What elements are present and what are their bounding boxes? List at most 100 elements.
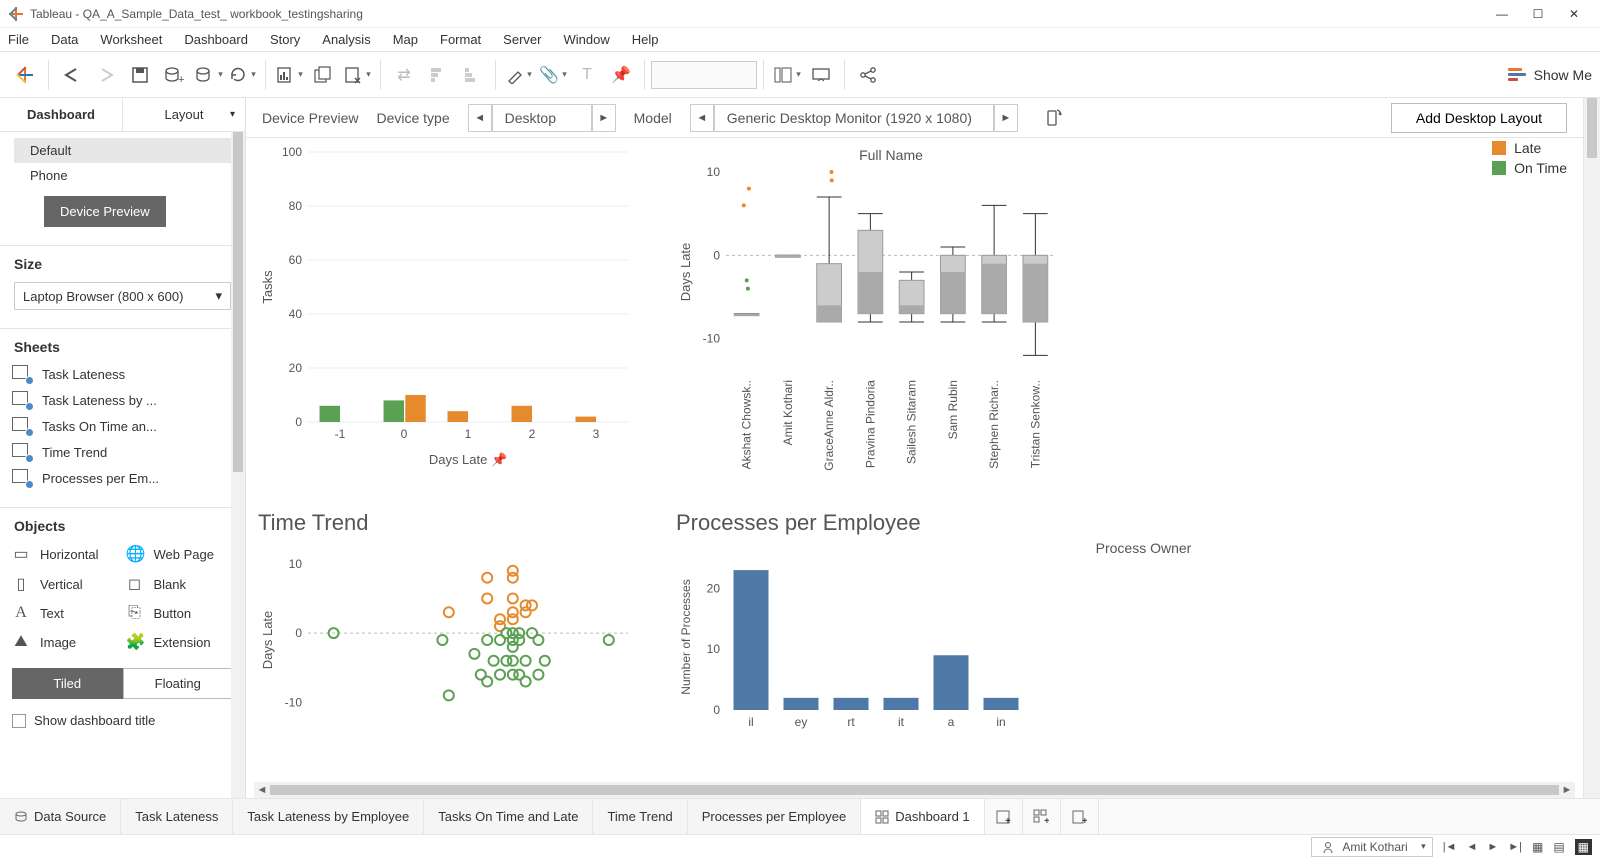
sheet-item[interactable]: Task Lateness by ... — [12, 387, 233, 413]
pin-button[interactable]: 📌 — [604, 58, 638, 92]
show-me-button[interactable]: Show Me — [1508, 67, 1592, 83]
model-select[interactable]: Generic Desktop Monitor (1920 x 1080) — [714, 104, 994, 132]
menu-window[interactable]: Window — [563, 32, 609, 47]
show-title-checkbox-row[interactable]: Show dashboard title — [0, 699, 245, 728]
window-maximize-button[interactable]: ☐ — [1520, 3, 1556, 25]
object-button[interactable]: ⎘Button — [126, 604, 234, 622]
svg-text:0: 0 — [295, 626, 302, 640]
right-v-scrollbar[interactable] — [1584, 98, 1600, 798]
tableau-home-icon[interactable] — [8, 58, 42, 92]
sheet-tab[interactable]: Time Trend — [593, 799, 687, 834]
device-type-next[interactable]: ► — [592, 104, 616, 132]
menu-map[interactable]: Map — [393, 32, 418, 47]
chart-boxplot-employee[interactable]: Full Name-10010Akshat Chowsk..Amit Kotha… — [676, 142, 1571, 502]
undo-button[interactable] — [55, 58, 89, 92]
window-minimize-button[interactable]: — — [1484, 3, 1520, 25]
user-dropdown[interactable]: Amit Kothari▾ — [1311, 837, 1432, 857]
duplicate-sheet-button[interactable] — [306, 58, 340, 92]
worksheet-icon — [12, 365, 32, 383]
sheet-item[interactable]: Processes per Em... — [12, 465, 233, 491]
chart-tasks-histogram[interactable]: 020406080100-10123Days Late 📌Tasks — [258, 142, 668, 502]
object-blank[interactable]: ◻Blank — [126, 574, 234, 594]
menu-worksheet[interactable]: Worksheet — [100, 32, 162, 47]
clear-sheet-button[interactable]: ▾ — [340, 58, 374, 92]
object-vertical[interactable]: ▯Vertical — [12, 574, 120, 594]
scrollbar-thumb[interactable] — [1587, 98, 1597, 158]
new-dashboard-tab-button[interactable]: + — [1023, 799, 1061, 834]
menu-analysis[interactable]: Analysis — [322, 32, 370, 47]
tab-dashboard[interactable]: Dashboard — [0, 98, 123, 131]
new-data-source-button[interactable]: + — [157, 58, 191, 92]
nav-last-icon[interactable]: ►| — [1508, 841, 1522, 853]
refresh-button[interactable]: ▾ — [225, 58, 259, 92]
sheet-tab-active[interactable]: Dashboard 1 — [861, 799, 984, 834]
device-preview-button[interactable]: Device Preview — [44, 196, 166, 227]
checkbox-icon[interactable] — [12, 714, 26, 728]
chart-time-trend[interactable]: Time Trend-10010Days Late — [258, 510, 668, 774]
device-type-prev[interactable]: ◄ — [468, 104, 492, 132]
scroll-right-icon[interactable]: ► — [1559, 784, 1575, 796]
scrollbar-thumb[interactable] — [233, 132, 243, 472]
sheet-tab[interactable]: Processes per Employee — [688, 799, 862, 834]
menu-dashboard[interactable]: Dashboard — [184, 32, 248, 47]
save-button[interactable] — [123, 58, 157, 92]
share-button[interactable] — [851, 58, 885, 92]
highlight-button[interactable]: ▾ — [502, 58, 536, 92]
new-worksheet-button[interactable]: ▾ — [272, 58, 306, 92]
menu-file[interactable]: File — [8, 32, 29, 47]
toggle-floating[interactable]: Floating — [123, 668, 234, 699]
tab-data-source[interactable]: Data Source — [0, 799, 121, 834]
sort-desc-button[interactable] — [455, 58, 489, 92]
chart-processes-per-employee[interactable]: Processes per EmployeeProcess Owner01020… — [676, 510, 1571, 774]
nav-first-icon[interactable]: |◄ — [1443, 841, 1457, 853]
sheet-item[interactable]: Tasks On Time an... — [12, 413, 233, 439]
pause-updates-button[interactable]: ▾ — [191, 58, 225, 92]
attach-button[interactable]: 📎▾ — [536, 58, 570, 92]
tab-layout[interactable]: Layout▾ — [123, 98, 245, 131]
scrollbar-thumb[interactable] — [270, 785, 1559, 795]
object-horizontal[interactable]: ▭Horizontal — [12, 544, 120, 564]
toggle-tiled[interactable]: Tiled — [12, 668, 123, 699]
show-cards-button[interactable]: ▾ — [770, 58, 804, 92]
sheet-tab[interactable]: Task Lateness — [121, 799, 233, 834]
sheet-item[interactable]: Task Lateness — [12, 361, 233, 387]
fit-dropdown[interactable] — [651, 61, 757, 89]
rotate-device-button[interactable] — [1036, 104, 1070, 132]
view-tabs-icon[interactable]: ▦ — [1532, 840, 1543, 854]
left-scrollbar[interactable] — [231, 132, 245, 798]
size-dropdown[interactable]: Laptop Browser (800 x 600)▾ — [14, 282, 231, 310]
redo-button[interactable] — [89, 58, 123, 92]
menu-format[interactable]: Format — [440, 32, 481, 47]
sort-asc-button[interactable] — [421, 58, 455, 92]
menu-help[interactable]: Help — [632, 32, 659, 47]
sheet-tab[interactable]: Tasks On Time and Late — [424, 799, 593, 834]
scroll-left-icon[interactable]: ◄ — [254, 784, 270, 796]
sheet-tab[interactable]: Task Lateness by Employee — [233, 799, 424, 834]
canvas-h-scrollbar[interactable]: ◄ ► — [254, 782, 1575, 798]
device-default[interactable]: Default — [14, 138, 231, 163]
nav-next-icon[interactable]: ► — [1487, 841, 1498, 853]
dashboard-canvas[interactable]: 020406080100-10123Days Late 📌TasksFull N… — [246, 138, 1583, 798]
add-desktop-layout-button[interactable]: Add Desktop Layout — [1391, 103, 1567, 133]
device-type-select[interactable]: Desktop — [492, 104, 592, 132]
presentation-mode-button[interactable] — [804, 58, 838, 92]
text-tool-button[interactable]: T — [570, 58, 604, 92]
swap-button[interactable]: ⇄ — [387, 58, 421, 92]
menu-data[interactable]: Data — [51, 32, 78, 47]
new-worksheet-tab-button[interactable]: + — [985, 799, 1023, 834]
sheet-item[interactable]: Time Trend — [12, 439, 233, 465]
new-story-tab-button[interactable]: + — [1061, 799, 1099, 834]
menu-server[interactable]: Server — [503, 32, 541, 47]
view-sorter-icon[interactable]: ▦ — [1575, 839, 1592, 855]
object-extension[interactable]: 🧩Extension — [126, 632, 234, 652]
object-webpage[interactable]: 🌐Web Page — [126, 544, 234, 564]
nav-prev-icon[interactable]: ◄ — [1466, 841, 1477, 853]
device-phone[interactable]: Phone — [14, 163, 231, 188]
model-prev[interactable]: ◄ — [690, 104, 714, 132]
model-next[interactable]: ► — [994, 104, 1018, 132]
menu-story[interactable]: Story — [270, 32, 300, 47]
window-close-button[interactable]: ✕ — [1556, 3, 1592, 25]
object-text[interactable]: AText — [12, 604, 120, 622]
object-image[interactable]: ⛰Image — [12, 632, 120, 652]
view-filmstrip-icon[interactable]: ▤ — [1553, 840, 1564, 854]
